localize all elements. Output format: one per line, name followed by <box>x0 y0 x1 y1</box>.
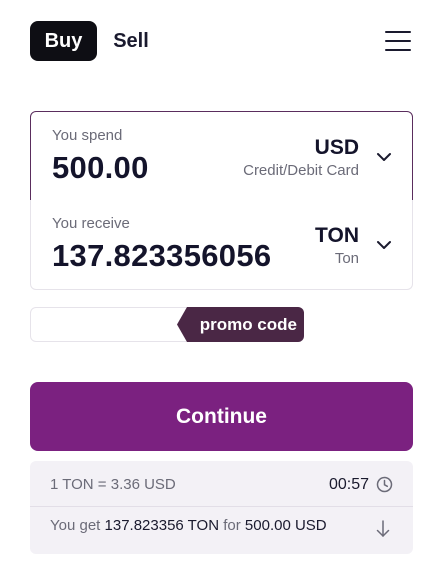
top-bar: Buy Sell <box>30 21 411 61</box>
promo-code-field: promo code <box>30 307 304 342</box>
clock-icon <box>376 476 393 493</box>
chevron-down-icon[interactable] <box>376 149 392 165</box>
tab-buy[interactable]: Buy <box>30 21 97 61</box>
receive-currency-name: Ton <box>334 250 359 267</box>
chevron-down-icon[interactable] <box>376 237 392 253</box>
you-get-amount: 137.823356 TON <box>104 517 220 534</box>
you-get-for: for <box>223 517 241 534</box>
receive-amount: 137.823356056 <box>52 238 272 273</box>
promo-code-tag[interactable]: promo code <box>177 307 304 342</box>
spend-amount-input[interactable]: 500.00 <box>52 150 149 186</box>
you-get-prefix: You get <box>50 517 101 534</box>
quote-timer: 00:57 <box>328 476 369 493</box>
continue-button[interactable]: Continue <box>30 382 413 451</box>
spend-currency[interactable]: USD <box>315 136 359 160</box>
hamburger-menu-icon[interactable] <box>385 29 411 53</box>
spend-field[interactable]: You spend 500.00 USD Credit/Debit Card <box>30 111 413 201</box>
receive-currency[interactable]: TON <box>315 224 359 248</box>
spend-label: You spend <box>52 127 123 144</box>
quote-summary: 1 TON = 3.36 USD 00:57 You get 137.82335… <box>30 461 413 554</box>
arrow-down-icon[interactable] <box>375 519 391 539</box>
you-get-summary: You get 137.823356 TON for 500.00 USD <box>50 517 327 534</box>
promo-code-input[interactable] <box>31 308 191 341</box>
receive-label: You receive <box>52 215 130 232</box>
divider <box>30 506 413 507</box>
exchange-rate: 1 TON = 3.36 USD <box>50 476 176 493</box>
payment-method: Credit/Debit Card <box>243 162 359 179</box>
tab-sell[interactable]: Sell <box>97 21 165 61</box>
you-get-price: 500.00 USD <box>244 517 327 534</box>
receive-field[interactable]: You receive 137.823356056 TON Ton <box>30 200 413 290</box>
